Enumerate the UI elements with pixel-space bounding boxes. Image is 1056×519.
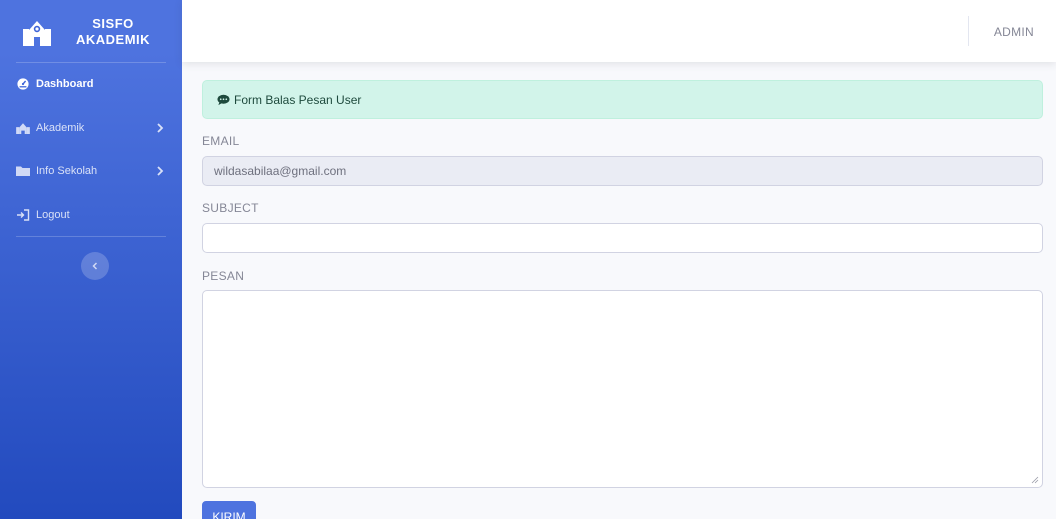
- school-icon: [23, 21, 51, 46]
- sidebar-item-info-sekolah[interactable]: Info Sekolah: [0, 151, 182, 191]
- pesan-textarea[interactable]: [202, 290, 1043, 488]
- topbar: ADMIN: [182, 0, 1056, 62]
- sidebar-item-label: Logout: [36, 209, 70, 221]
- topbar-divider: [968, 16, 969, 46]
- folder-icon: [16, 166, 30, 176]
- brand-line2: AKADEMIK: [75, 32, 151, 47]
- sidebar-item-label: Dashboard: [36, 78, 94, 90]
- resize-handle-icon[interactable]: [1031, 476, 1039, 484]
- brand-name: SISFO AKADEMIK: [60, 16, 166, 48]
- alert-text: Form Balas Pesan User: [234, 92, 362, 107]
- school-icon: [16, 123, 30, 134]
- subject-input[interactable]: [202, 223, 1043, 253]
- chevron-right-icon: [157, 166, 164, 176]
- brand-line1: SISFO: [92, 16, 134, 31]
- user-menu[interactable]: ADMIN: [994, 25, 1034, 39]
- kirim-button[interactable]: KIRIM: [202, 501, 256, 519]
- subject-label: SUBJECT: [202, 201, 259, 215]
- chevron-left-icon: [92, 262, 98, 270]
- sidebar-item-akademik[interactable]: Akademik: [0, 108, 182, 148]
- comment-icon: [217, 94, 230, 105]
- sidebar-divider: [16, 236, 166, 237]
- sidebar-item-dashboard[interactable]: Dashboard: [0, 64, 182, 104]
- sign-out-icon: [17, 209, 30, 221]
- sidebar-item-label: Info Sekolah: [36, 165, 98, 177]
- pesan-label: PESAN: [202, 269, 245, 283]
- sidebar-item-label: Akademik: [36, 122, 85, 134]
- sidebar-divider: [16, 62, 166, 63]
- chevron-right-icon: [157, 123, 164, 133]
- sidebar-item-logout[interactable]: Logout: [0, 195, 182, 235]
- alert-banner: Form Balas Pesan User: [202, 80, 1043, 119]
- email-label: EMAIL: [202, 134, 240, 148]
- sidebar-toggle-button[interactable]: [81, 252, 109, 280]
- email-field[interactable]: [202, 156, 1043, 186]
- sidebar-brand[interactable]: SISFO AKADEMIK: [0, 0, 182, 62]
- dashboard-icon: [17, 78, 29, 90]
- sidebar: SISFO AKADEMIK Dashboard Akademik Info S…: [0, 0, 182, 519]
